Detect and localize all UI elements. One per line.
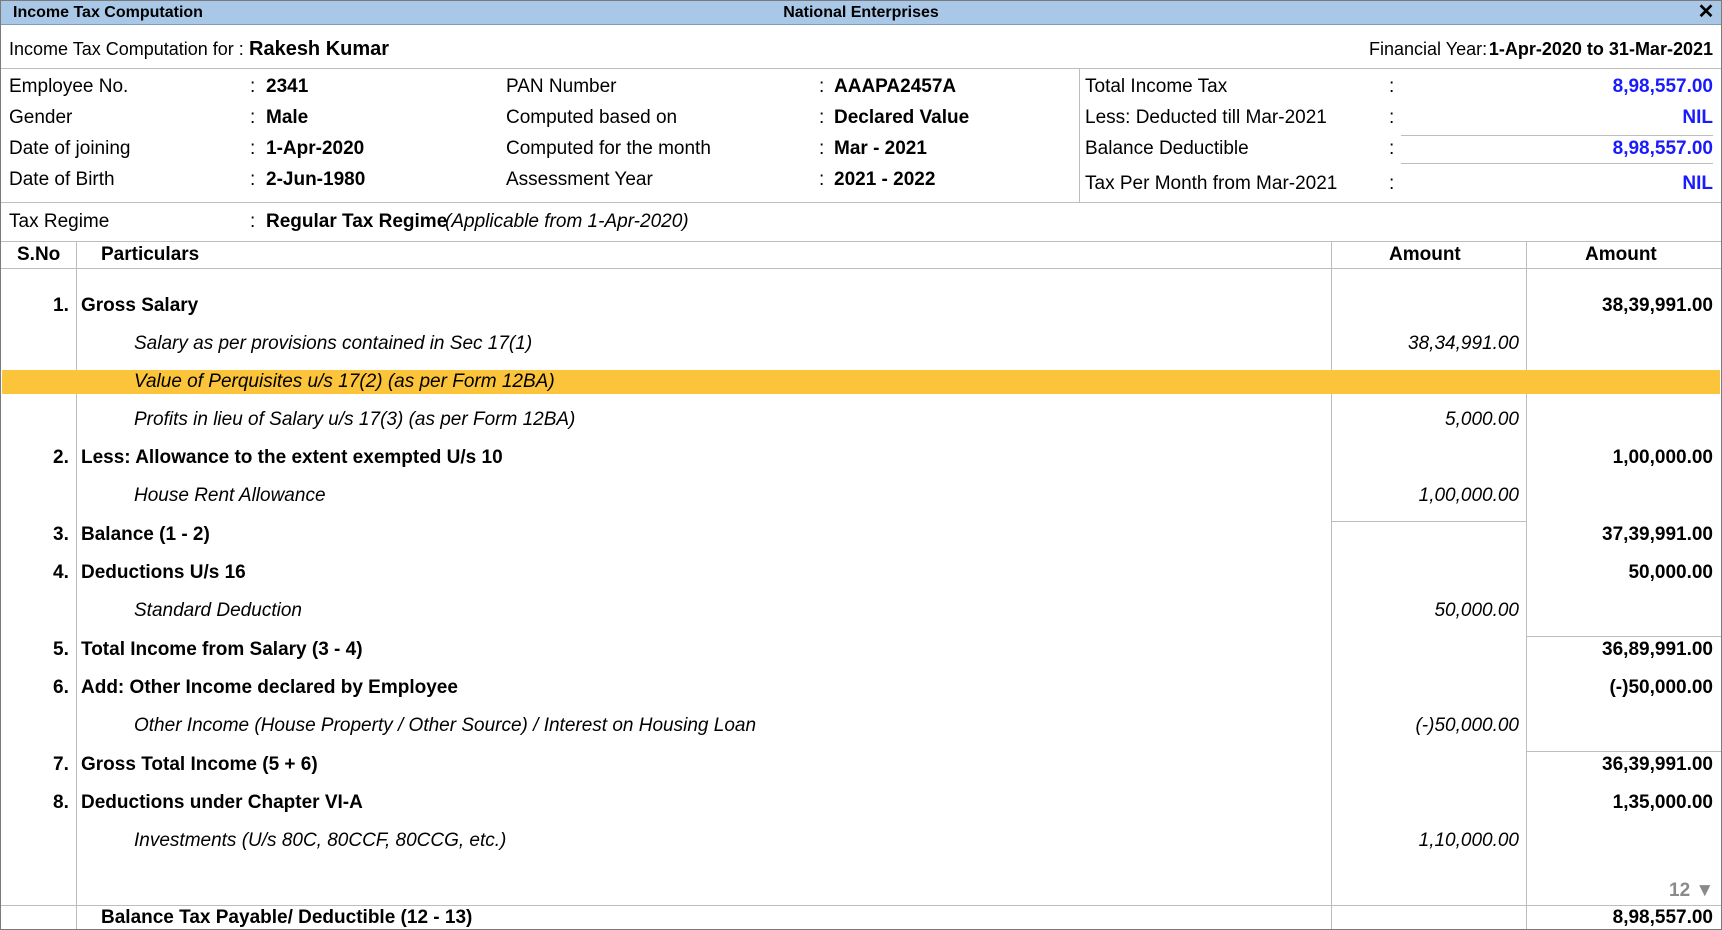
scroll-down-indicator[interactable]: 12 ▼ xyxy=(1669,880,1714,902)
colon: : xyxy=(1389,173,1395,194)
balance-deductible-value: 8,98,557.00 xyxy=(1612,138,1713,159)
row-sno: 7. xyxy=(53,754,69,775)
row-particulars: Value of Perquisites u/s 17(2) (as per F… xyxy=(134,371,555,392)
colon: : xyxy=(1389,76,1395,97)
colon: : xyxy=(250,138,256,159)
colon: : xyxy=(250,169,256,190)
colon: : xyxy=(819,107,825,128)
total-income-tax-value: 8,98,557.00 xyxy=(1612,76,1713,97)
balance-tax-payable-amount: 8,98,557.00 xyxy=(1612,907,1713,928)
row-amount-2: (-)50,000.00 xyxy=(1609,677,1713,698)
row-sno: 4. xyxy=(53,562,69,583)
employee-no-value: 2341 xyxy=(266,76,309,97)
employee-name: Rakesh Kumar xyxy=(249,38,390,60)
window-title: Income Tax Computation xyxy=(13,4,203,21)
row-amount-2: 36,39,991.00 xyxy=(1602,754,1713,775)
row-sno: 3. xyxy=(53,524,69,545)
income-tax-computation-window: Income Tax Computation National Enterpri… xyxy=(0,0,1722,930)
computed-for-month-value: Mar - 2021 xyxy=(834,138,927,159)
colon: : xyxy=(250,211,256,232)
row-particulars: Other Income (House Property / Other Sou… xyxy=(134,715,757,736)
row-particulars: House Rent Allowance xyxy=(134,485,326,506)
colon: : xyxy=(819,169,825,190)
balance-deductible-label: Balance Deductible xyxy=(1085,138,1249,159)
row-particulars: Gross Total Income (5 + 6) xyxy=(81,754,318,775)
row-particulars: Total Income from Salary (3 - 4) xyxy=(81,639,363,660)
colon: : xyxy=(819,138,825,159)
column-header-particulars: Particulars xyxy=(101,244,200,265)
row-particulars: Salary as per provisions contained in Se… xyxy=(134,333,533,354)
close-icon[interactable]: ✕ xyxy=(1697,1,1715,23)
tax-per-month-value: NIL xyxy=(1682,173,1713,194)
colon: : xyxy=(1389,138,1395,159)
row-amount-2: 1,35,000.00 xyxy=(1612,792,1713,813)
row-particulars: Less: Allowance to the extent exempted U… xyxy=(81,447,503,468)
pan-number-label: PAN Number xyxy=(506,76,617,97)
date-of-birth-value: 2-Jun-1980 xyxy=(266,169,366,190)
financial-year-label: Financial Year: xyxy=(1369,39,1488,59)
row-amount-1: 1,10,000.00 xyxy=(1418,830,1519,851)
date-of-joining-label: Date of joining xyxy=(9,138,131,159)
colon: : xyxy=(250,107,256,128)
computed-for-month-label: Computed for the month xyxy=(506,138,711,159)
assessment-year-label: Assessment Year xyxy=(506,169,653,190)
assessment-year-value: 2021 - 2022 xyxy=(834,169,936,190)
computed-based-on-label: Computed based on xyxy=(506,107,678,128)
row-amount-2: 1,00,000.00 xyxy=(1612,447,1713,468)
tax-regime-label: Tax Regime xyxy=(9,211,110,232)
title-bar: Income Tax Computation National Enterpri… xyxy=(1,1,1721,25)
column-header-sno: S.No xyxy=(17,244,61,265)
row-particulars: Balance (1 - 2) xyxy=(81,524,210,545)
total-income-tax-label: Total Income Tax xyxy=(1085,76,1228,97)
deducted-till-value: NIL xyxy=(1682,107,1713,128)
row-sno: 2. xyxy=(53,447,69,468)
row-amount-2: 36,89,991.00 xyxy=(1602,639,1713,660)
row-amount-2: 50,000.00 xyxy=(1628,562,1713,583)
date-of-joining-value: 1-Apr-2020 xyxy=(266,138,365,159)
row-amount-1: 5,000.00 xyxy=(1445,409,1519,430)
computed-based-on-value: Declared Value xyxy=(834,107,970,128)
row-sno: 1. xyxy=(53,295,69,316)
balance-tax-payable-label: Balance Tax Payable/ Deductible (12 - 13… xyxy=(101,907,473,928)
row-sno: 8. xyxy=(53,792,69,813)
column-header-amount-2: Amount xyxy=(1585,244,1657,265)
deducted-till-label: Less: Deducted till Mar-2021 xyxy=(1085,107,1327,128)
row-sno: 5. xyxy=(53,639,69,660)
row-amount-1: 38,34,991.00 xyxy=(1408,333,1519,354)
employee-no-label: Employee No. xyxy=(9,76,129,97)
tax-regime-note: (Applicable from 1-Apr-2020) xyxy=(445,211,689,232)
row-particulars: Deductions under Chapter VI-A xyxy=(81,792,363,813)
financial-year-value: 1-Apr-2020 to 31-Mar-2021 xyxy=(1488,39,1713,59)
row-particulars: Add: Other Income declared by Employee xyxy=(81,677,458,698)
colon: : xyxy=(1389,107,1395,128)
gender-label: Gender xyxy=(9,107,73,128)
company-name: National Enterprises xyxy=(783,4,939,21)
row-particulars: Profits in lieu of Salary u/s 17(3) (as … xyxy=(134,409,576,430)
colon: : xyxy=(250,76,256,97)
row-particulars: Standard Deduction xyxy=(134,600,302,621)
row-sno: 6. xyxy=(53,677,69,698)
row-amount-1: (-)50,000.00 xyxy=(1415,715,1519,736)
row-particulars: Deductions U/s 16 xyxy=(81,562,246,583)
computation-for-label: Income Tax Computation for : xyxy=(9,39,244,59)
colon: : xyxy=(819,76,825,97)
tax-regime-value: Regular Tax Regime xyxy=(266,211,448,232)
tax-per-month-label: Tax Per Month from Mar-2021 xyxy=(1085,173,1338,194)
row-particulars: Gross Salary xyxy=(81,295,199,316)
pan-number-value: AAAPA2457A xyxy=(834,76,957,97)
column-header-amount-1: Amount xyxy=(1389,244,1461,265)
row-amount-1: 50,000.00 xyxy=(1434,600,1519,621)
gender-value: Male xyxy=(266,107,309,128)
date-of-birth-label: Date of Birth xyxy=(9,169,115,190)
row-amount-1: 1,00,000.00 xyxy=(1418,485,1519,506)
row-amount-2: 37,39,991.00 xyxy=(1602,524,1713,545)
row-amount-2: 38,39,991.00 xyxy=(1602,295,1713,316)
row-particulars: Investments (U/s 80C, 80CCF, 80CCG, etc.… xyxy=(134,830,507,851)
